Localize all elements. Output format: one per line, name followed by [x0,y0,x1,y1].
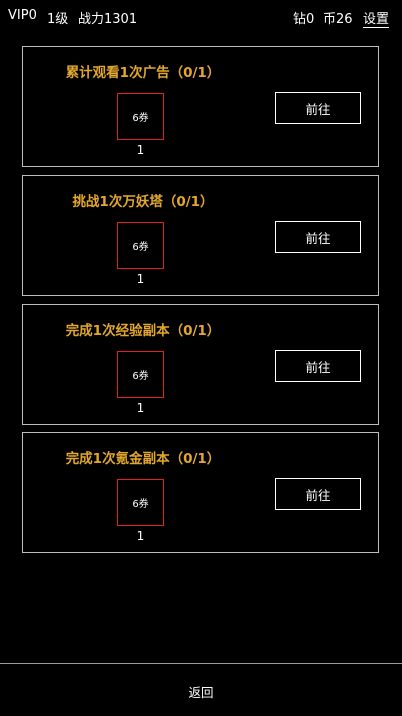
reward-count: 1 [136,529,145,543]
reward-item: 6券 [117,351,164,398]
player-level: 1级 [47,12,69,27]
reward-label: 6券 [132,371,149,382]
reward-count: 1 [136,143,145,157]
coin-count: 币26 [323,12,353,27]
diamond-count: 钻0 [293,12,315,27]
task-card: 完成1次经验副本（0/1） 6券 1 前往 [22,304,379,425]
reward-item: 6券 [117,479,164,526]
back-button[interactable]: 返回 [0,682,402,701]
reward-item: 6券 [117,93,164,140]
vip-level: VIP0 [8,8,37,23]
task-card: 挑战1次万妖塔（0/1） 6券 1 前往 [22,175,379,296]
footer-bar: 返回 [0,663,402,716]
combat-power: 战力1301 [78,12,138,27]
settings-button[interactable]: 设置 [363,8,390,28]
task-title: 完成1次氪金副本（0/1） [65,451,221,467]
reward-label: 6券 [132,242,149,253]
task-card: 完成1次氪金副本（0/1） 6券 1 前往 [22,432,379,553]
status-bar: VIP0 1级 战力1301 钻0 币26 设置 [0,0,402,32]
reward-count: 1 [136,272,145,286]
reward-count: 1 [136,401,145,415]
go-button[interactable]: 前往 [275,478,361,510]
task-card: 累计观看1次广告（0/1） 6券 1 前往 [22,46,379,167]
go-button[interactable]: 前往 [275,350,361,382]
task-title: 累计观看1次广告（0/1） [65,65,221,81]
go-button[interactable]: 前往 [275,92,361,124]
task-title: 完成1次经验副本（0/1） [65,323,221,339]
reward-label: 6券 [132,113,149,124]
reward-label: 6券 [132,499,149,510]
go-button[interactable]: 前往 [275,221,361,253]
reward-item: 6券 [117,222,164,269]
task-title: 挑战1次万妖塔（0/1） [72,194,214,210]
